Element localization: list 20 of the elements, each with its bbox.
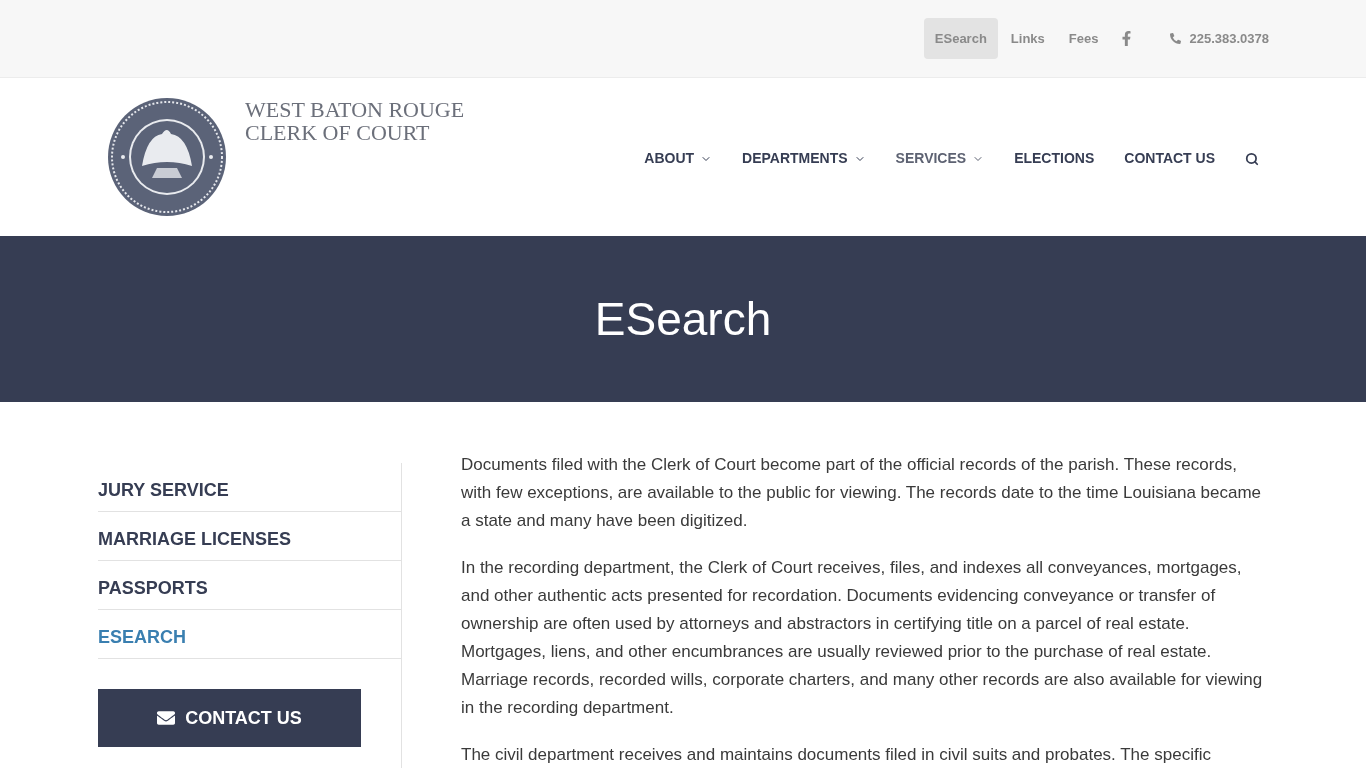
body-paragraph: Documents filed with the Clerk of Court become part of the official records of the parish. These records, with few exceptions, are available to the public for viewing. The records date to the time Louisiana became a state and many have been digitized.	[461, 454, 1263, 532]
site-title: CLERK OF COURT	[245, 121, 431, 144]
search-icon[interactable]	[1245, 151, 1259, 166]
nav-item[interactable]: ELECTIONS	[1014, 148, 1095, 169]
nav-item[interactable]: ABOUT	[644, 148, 713, 169]
phone-number: 225.383.0378	[1189, 29, 1269, 48]
sidebar-item[interactable]: JURY SERVICE	[98, 463, 401, 512]
sidebar-item[interactable]: PASSPORTS	[98, 561, 401, 610]
sidebar-item[interactable]: MARRIAGE LICENSES	[98, 512, 401, 561]
site-title: WEST BATON ROUGE	[245, 98, 465, 121]
phone-icon	[1170, 33, 1182, 44]
nav-item[interactable]: DEPARTMENTS	[742, 148, 866, 169]
page-title: ESearch	[594, 291, 772, 347]
nav-item[interactable]: SERVICES	[895, 148, 985, 169]
contact-button[interactable]: CONTACT US	[98, 689, 361, 747]
envelope-icon	[157, 709, 176, 727]
body-paragraph: In the recording department, the Clerk of Court receives, files, and indexes all conveyances, mortgages, and other authentic acts presented for recordation. Documents evidencing conveyance or transfer of ownership are often used by attorneys and abstractors in certifying title on a parcel of real estate. Mortgages, liens, and other encumbrances are usually reviewed prior to the purchase of real estate. Marriage records, recorded wills, corporate charters, and many other records are also available for viewing in the recording department.	[461, 557, 1264, 719]
body-paragraph: The civil department receives and maintains documents filed in civil suits and probates. The specific	[461, 744, 1212, 766]
nav-item[interactable]: CONTACT US	[1124, 148, 1215, 169]
sidebar-item[interactable]: ESEARCH	[98, 610, 401, 659]
